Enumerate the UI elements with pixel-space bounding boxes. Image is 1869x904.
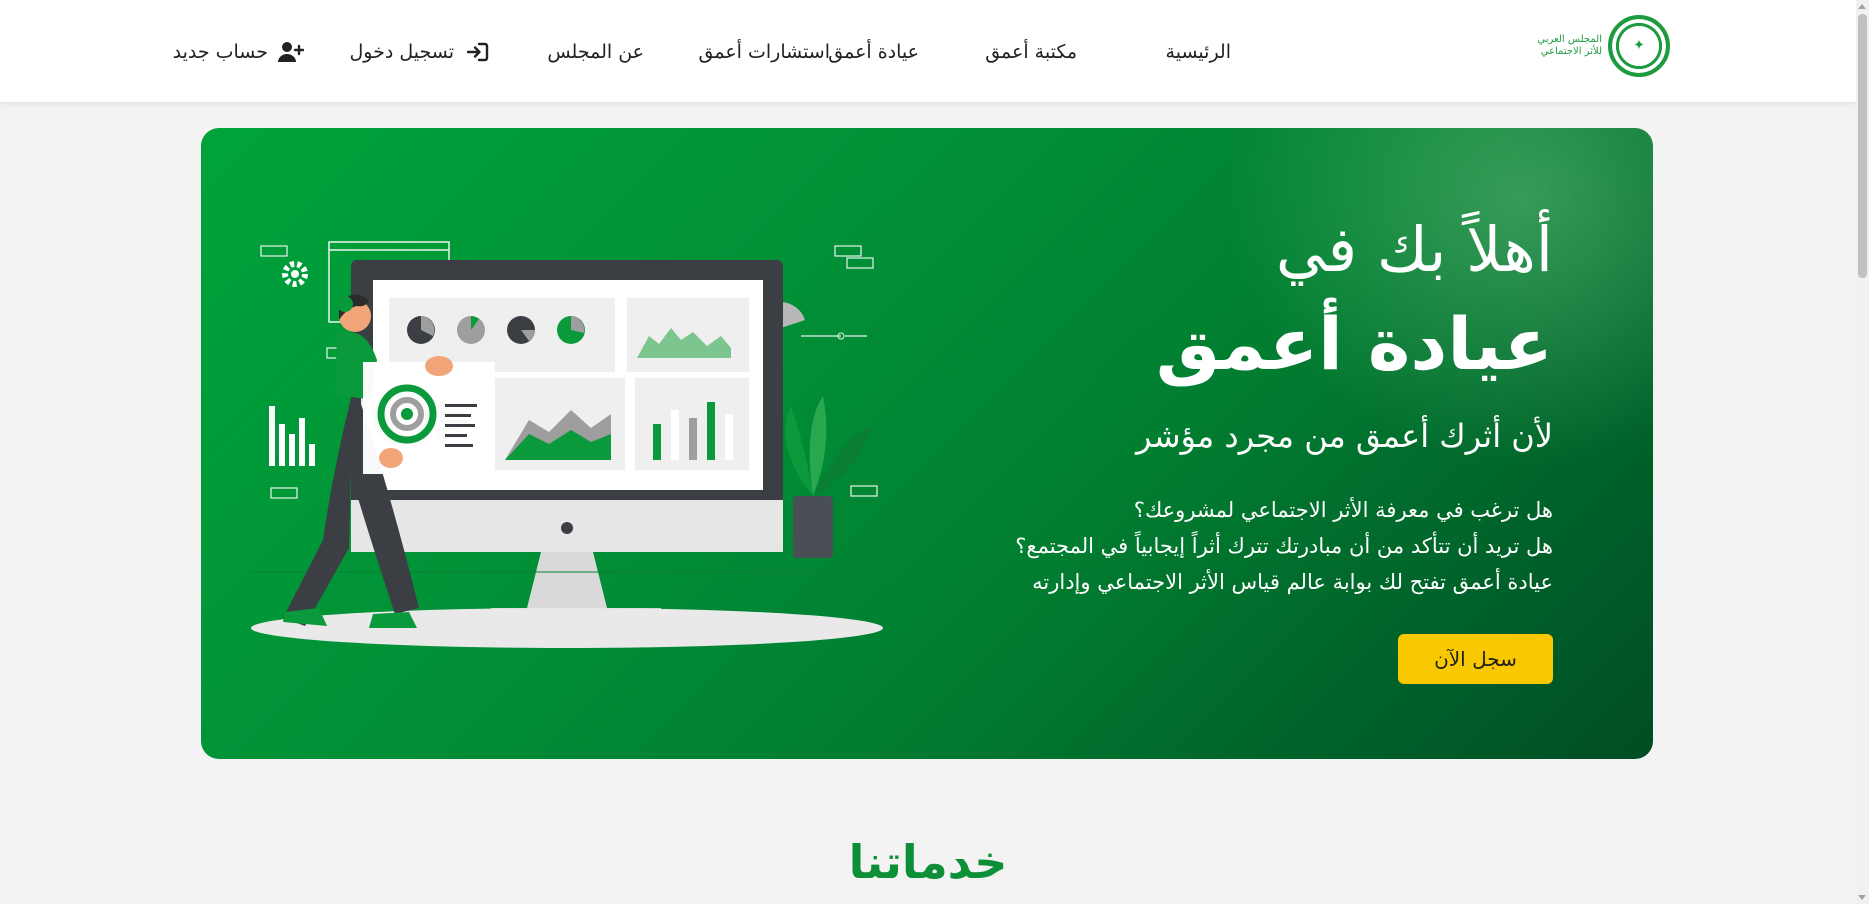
services-section-title: خدماتنا <box>848 835 1008 889</box>
hero-text-block: أهلاً بك في عيادة أعمق لأن أثرك أعمق من … <box>933 210 1553 600</box>
sign-in-icon <box>466 41 490 63</box>
hero-question-2: هل تريد أن تتأكد من أن مبادرتك تترك أثرا… <box>1015 534 1553 558</box>
hero-questions: هل ترغب في معرفة الأثر الاجتماعي لمشروعك… <box>933 492 1553 600</box>
nav-register[interactable]: حساب جديد <box>172 38 305 66</box>
nav-about[interactable]: عن المجلس <box>547 38 644 66</box>
nav-library[interactable]: مكتبة أعمق <box>985 38 1077 66</box>
nav-login-label: تسجيل دخول <box>349 41 455 63</box>
scrollbar-thumb[interactable] <box>1858 14 1867 278</box>
page-scrollbar[interactable] <box>1856 0 1869 904</box>
main-nav: الرئيسية مكتبة أعمق عيادة أعمق استشارات … <box>0 38 1856 68</box>
hero-tagline: لأن أثرك أعمق من مجرد مؤشر <box>1136 417 1553 455</box>
top-navbar: المجلس العربي للأثر الاجتماعي الرئيسية م… <box>0 0 1856 102</box>
hero-title: عيادة أعمق <box>1155 302 1553 386</box>
nav-consultations[interactable]: استشارات أعمق <box>699 38 831 66</box>
scroll-down-arrow-icon[interactable] <box>1858 895 1866 900</box>
analytics-dashboard-illustration <box>241 238 891 678</box>
user-plus-icon <box>278 41 305 63</box>
nav-login[interactable]: تسجيل دخول <box>350 38 491 66</box>
hero-banner: أهلاً بك في عيادة أعمق لأن أثرك أعمق من … <box>201 128 1653 759</box>
register-now-button[interactable]: سجل الآن <box>1398 634 1553 684</box>
nav-register-label: حساب جديد <box>172 41 268 63</box>
hero-question-1: هل ترغب في معرفة الأثر الاجتماعي لمشروعك… <box>1133 498 1553 522</box>
nav-home[interactable]: الرئيسية <box>1166 38 1231 66</box>
scroll-up-arrow-icon[interactable] <box>1858 4 1866 9</box>
hero-question-3: عيادة أعمق تفتح لك بوابة عالم قياس الأثر… <box>1032 570 1553 594</box>
nav-clinic[interactable]: عيادة أعمق <box>828 38 919 66</box>
hero-welcome: أهلاً بك في <box>1275 213 1553 286</box>
